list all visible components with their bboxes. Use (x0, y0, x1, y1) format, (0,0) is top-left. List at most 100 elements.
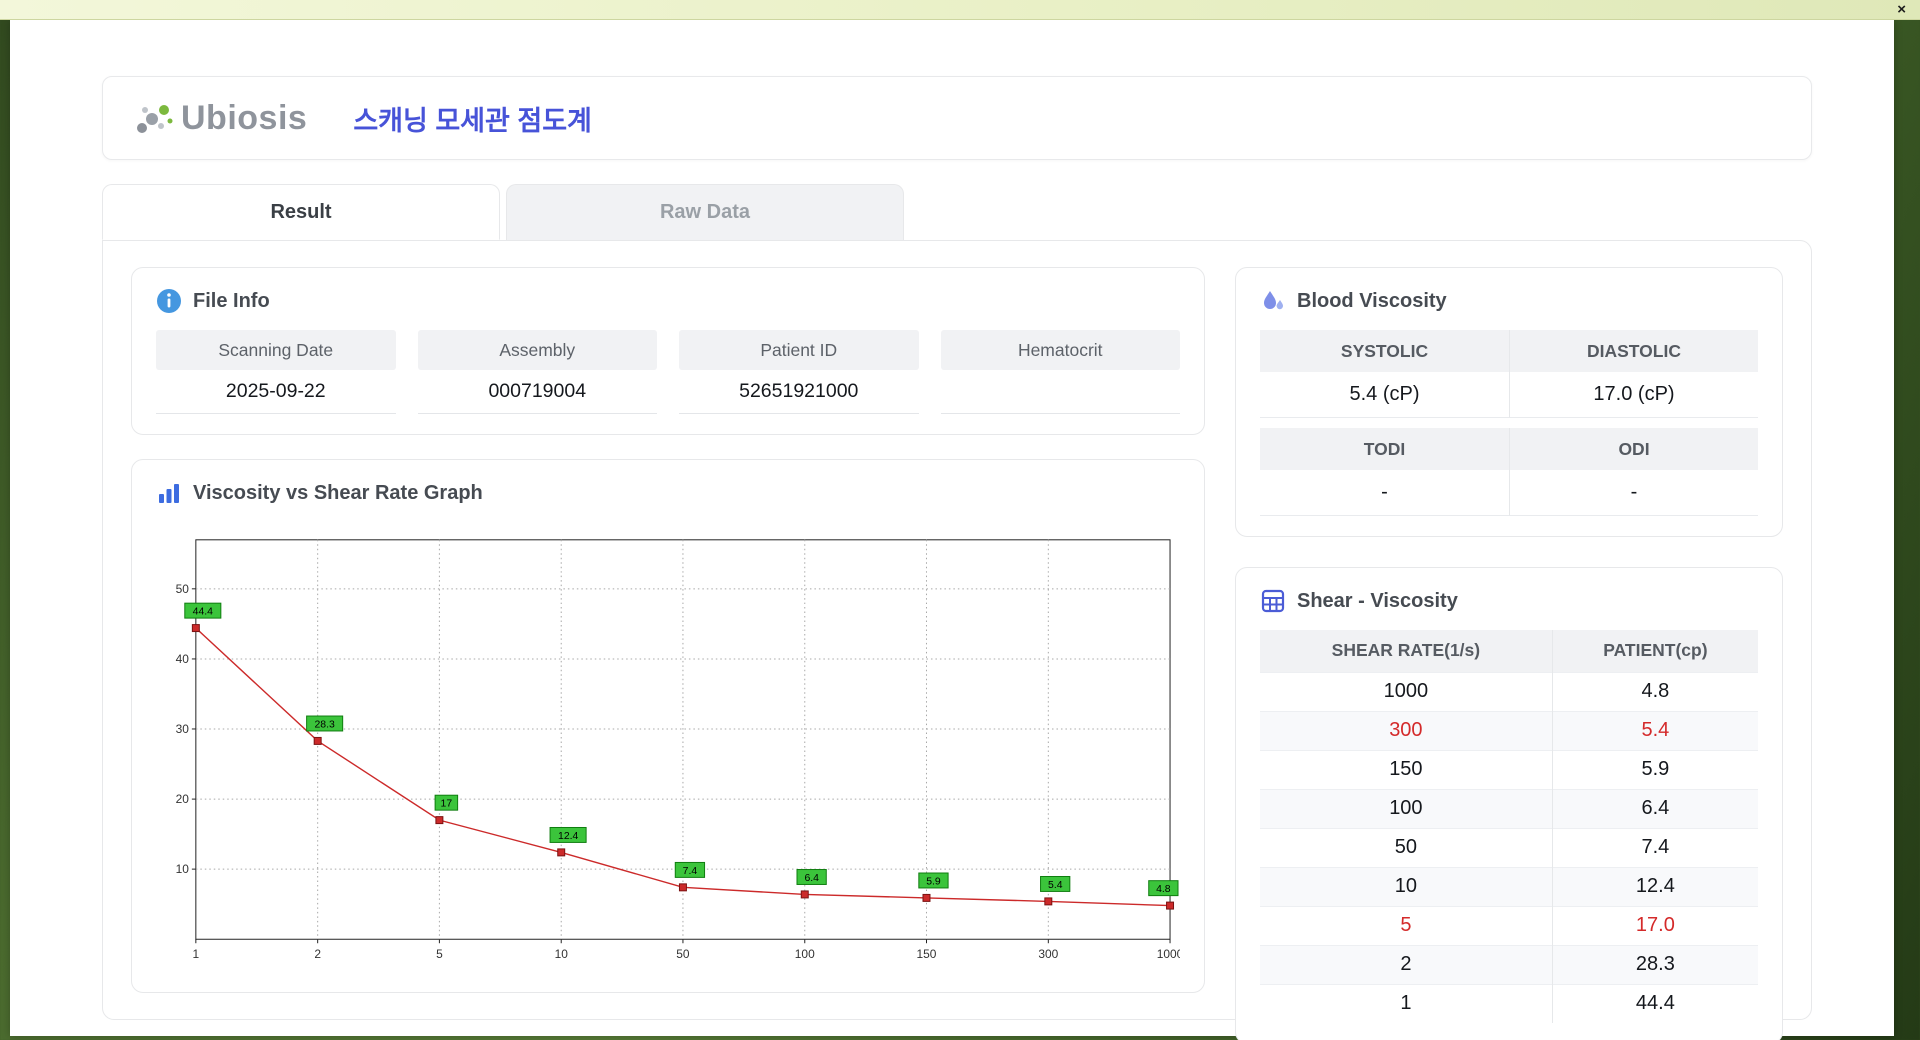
header: Ubiosis 스캐닝 모세관 점도계 (102, 76, 1812, 160)
patient-viscosity-cell: 5.9 (1551, 749, 1758, 789)
result-panel: File Info Scanning Date 2025-09-22 Assem… (102, 240, 1812, 1040)
field-label: Scanning Date (156, 330, 396, 370)
droplet-icon (1264, 291, 1283, 310)
shear-viscosity-card: Shear - Viscosity SHEAR RATE(1/s) PATIEN… (1235, 567, 1783, 1040)
svg-text:40: 40 (176, 651, 190, 665)
shear-rate-column-header: SHEAR RATE(1/s) (1260, 630, 1553, 672)
field-hematocrit: Hematocrit (940, 330, 1180, 414)
app-title: 스캐닝 모세관 점도계 (353, 105, 592, 136)
desktop-top-strip: × (0, 0, 1920, 20)
shear-viscosity-title: Shear - Viscosity (1297, 589, 1458, 612)
svg-text:150: 150 (917, 947, 937, 961)
svg-text:300: 300 (1038, 947, 1058, 961)
shear-rate-cell: 1000 (1260, 671, 1553, 711)
shear-table-body: 1000 4.8 300 5.4 150 5.9 100 6.4 50 7.4 10 12.4 5 17.… (1260, 671, 1758, 1023)
svg-text:100: 100 (795, 947, 815, 961)
file-info-title: File Info (193, 289, 270, 312)
field-label: Hematocrit (940, 330, 1180, 370)
svg-text:20: 20 (176, 792, 190, 806)
table-row: 50 7.4 (1260, 827, 1758, 867)
field-value: 52651921000 (679, 370, 919, 414)
systolic-label: SYSTOLIC (1260, 330, 1509, 372)
blood-viscosity-card: Blood Viscosity SYSTOLIC DIASTOLIC 5.4 (… (1235, 267, 1783, 537)
patient-column-header: PATIENT(cp) (1551, 630, 1758, 672)
graph-title: Viscosity vs Shear Rate Graph (193, 481, 483, 504)
shear-rate-cell: 50 (1260, 827, 1553, 867)
odi-value: - (1509, 470, 1758, 516)
patient-viscosity-cell: 44.4 (1551, 983, 1758, 1023)
field-value: 2025-09-22 (156, 370, 396, 414)
info-icon (157, 289, 181, 313)
shear-rate-cell: 100 (1260, 788, 1553, 828)
patient-viscosity-cell: 12.4 (1551, 866, 1758, 906)
odi-label: ODI (1509, 428, 1758, 470)
diastolic-value: 17.0 (cP) (1509, 372, 1758, 418)
viscosity-graph-card: Viscosity vs Shear Rate Graph 10 20 30 40 50… (131, 459, 1205, 993)
patient-viscosity-cell: 6.4 (1551, 788, 1758, 828)
ubiosis-logo: Ubiosis (133, 97, 307, 139)
table-row: 300 5.4 (1260, 710, 1758, 750)
close-button[interactable]: × (1897, 1, 1906, 19)
svg-text:28.3: 28.3 (314, 719, 335, 730)
field-value (940, 370, 1180, 414)
svg-text:2: 2 (314, 947, 321, 961)
shear-rate-cell: 2 (1260, 944, 1553, 984)
app-window: Ubiosis 스캐닝 모세관 점도계 Result Raw Data File… (10, 20, 1894, 1040)
patient-viscosity-cell: 4.8 (1551, 671, 1758, 711)
svg-text:5.4: 5.4 (1048, 879, 1063, 890)
table-row: 150 5.9 (1260, 749, 1758, 789)
table-row: 100 6.4 (1260, 788, 1758, 828)
tab-bar: Result Raw Data (102, 184, 1812, 240)
systolic-value: 5.4 (cP) (1260, 372, 1509, 418)
file-info-card: File Info Scanning Date 2025-09-22 Assem… (131, 267, 1205, 435)
svg-text:5: 5 (436, 947, 443, 961)
shear-rate-cell: 1 (1260, 983, 1553, 1023)
shear-rate-cell: 5 (1260, 905, 1553, 945)
tab-raw-data[interactable]: Raw Data (506, 184, 904, 240)
field-label: Patient ID (679, 330, 919, 370)
todi-value: - (1260, 470, 1509, 516)
shear-rate-cell: 10 (1260, 866, 1553, 906)
shear-rate-cell: 300 (1260, 710, 1553, 750)
svg-text:4.8: 4.8 (1156, 884, 1171, 895)
blood-viscosity-title: Blood Viscosity (1297, 289, 1447, 312)
table-row: 1 44.4 (1260, 983, 1758, 1023)
viscosity-chart: 10 20 30 40 50 1 2 5 10 50 100 150 300 1000 44.4 28.3 17… (176, 538, 1180, 961)
svg-text:10: 10 (555, 947, 569, 961)
svg-text:6.4: 6.4 (804, 872, 819, 883)
field-label: Assembly (417, 330, 657, 370)
table-row: 2 28.3 (1260, 944, 1758, 984)
field-assembly: Assembly 000719004 (417, 330, 657, 414)
svg-text:10: 10 (176, 862, 190, 876)
diastolic-label: DIASTOLIC (1509, 330, 1758, 372)
patient-viscosity-cell: 7.4 (1551, 827, 1758, 867)
svg-text:30: 30 (176, 721, 190, 735)
field-value: 000719004 (417, 370, 657, 414)
bar-chart-icon (159, 484, 179, 503)
svg-text:1: 1 (193, 947, 200, 961)
table-row: 10 12.4 (1260, 866, 1758, 906)
todi-label: TODI (1260, 428, 1509, 470)
table-row: 1000 4.8 (1260, 671, 1758, 711)
table-row: 5 17.0 (1260, 905, 1758, 945)
patient-viscosity-cell: 17.0 (1551, 905, 1758, 945)
svg-text:50: 50 (676, 947, 690, 961)
shear-viscosity-table: SHEAR RATE(1/s) PATIENT(cp) 1000 4.8 300 5.… (1260, 630, 1758, 1023)
svg-text:7.4: 7.4 (683, 865, 698, 876)
tab-result[interactable]: Result (102, 184, 500, 240)
svg-text:12.4: 12.4 (558, 830, 579, 841)
patient-viscosity-cell: 5.4 (1551, 710, 1758, 750)
svg-text:17: 17 (441, 798, 453, 809)
svg-text:50: 50 (176, 581, 190, 595)
blood-viscosity-table: SYSTOLIC DIASTOLIC 5.4 (cP) 17.0 (cP) TO… (1260, 330, 1758, 516)
field-patient-id: Patient ID 52651921000 (679, 330, 919, 414)
svg-text:1000: 1000 (1157, 947, 1180, 961)
svg-text:5.9: 5.9 (926, 876, 941, 887)
patient-viscosity-cell: 28.3 (1551, 944, 1758, 984)
table-grid-icon (1261, 589, 1285, 613)
field-scanning-date: Scanning Date 2025-09-22 (156, 330, 396, 414)
logo-dots-icon (137, 105, 173, 133)
svg-text:44.4: 44.4 (193, 606, 214, 617)
logo-text: Ubiosis (181, 98, 308, 137)
shear-rate-cell: 150 (1260, 749, 1553, 789)
